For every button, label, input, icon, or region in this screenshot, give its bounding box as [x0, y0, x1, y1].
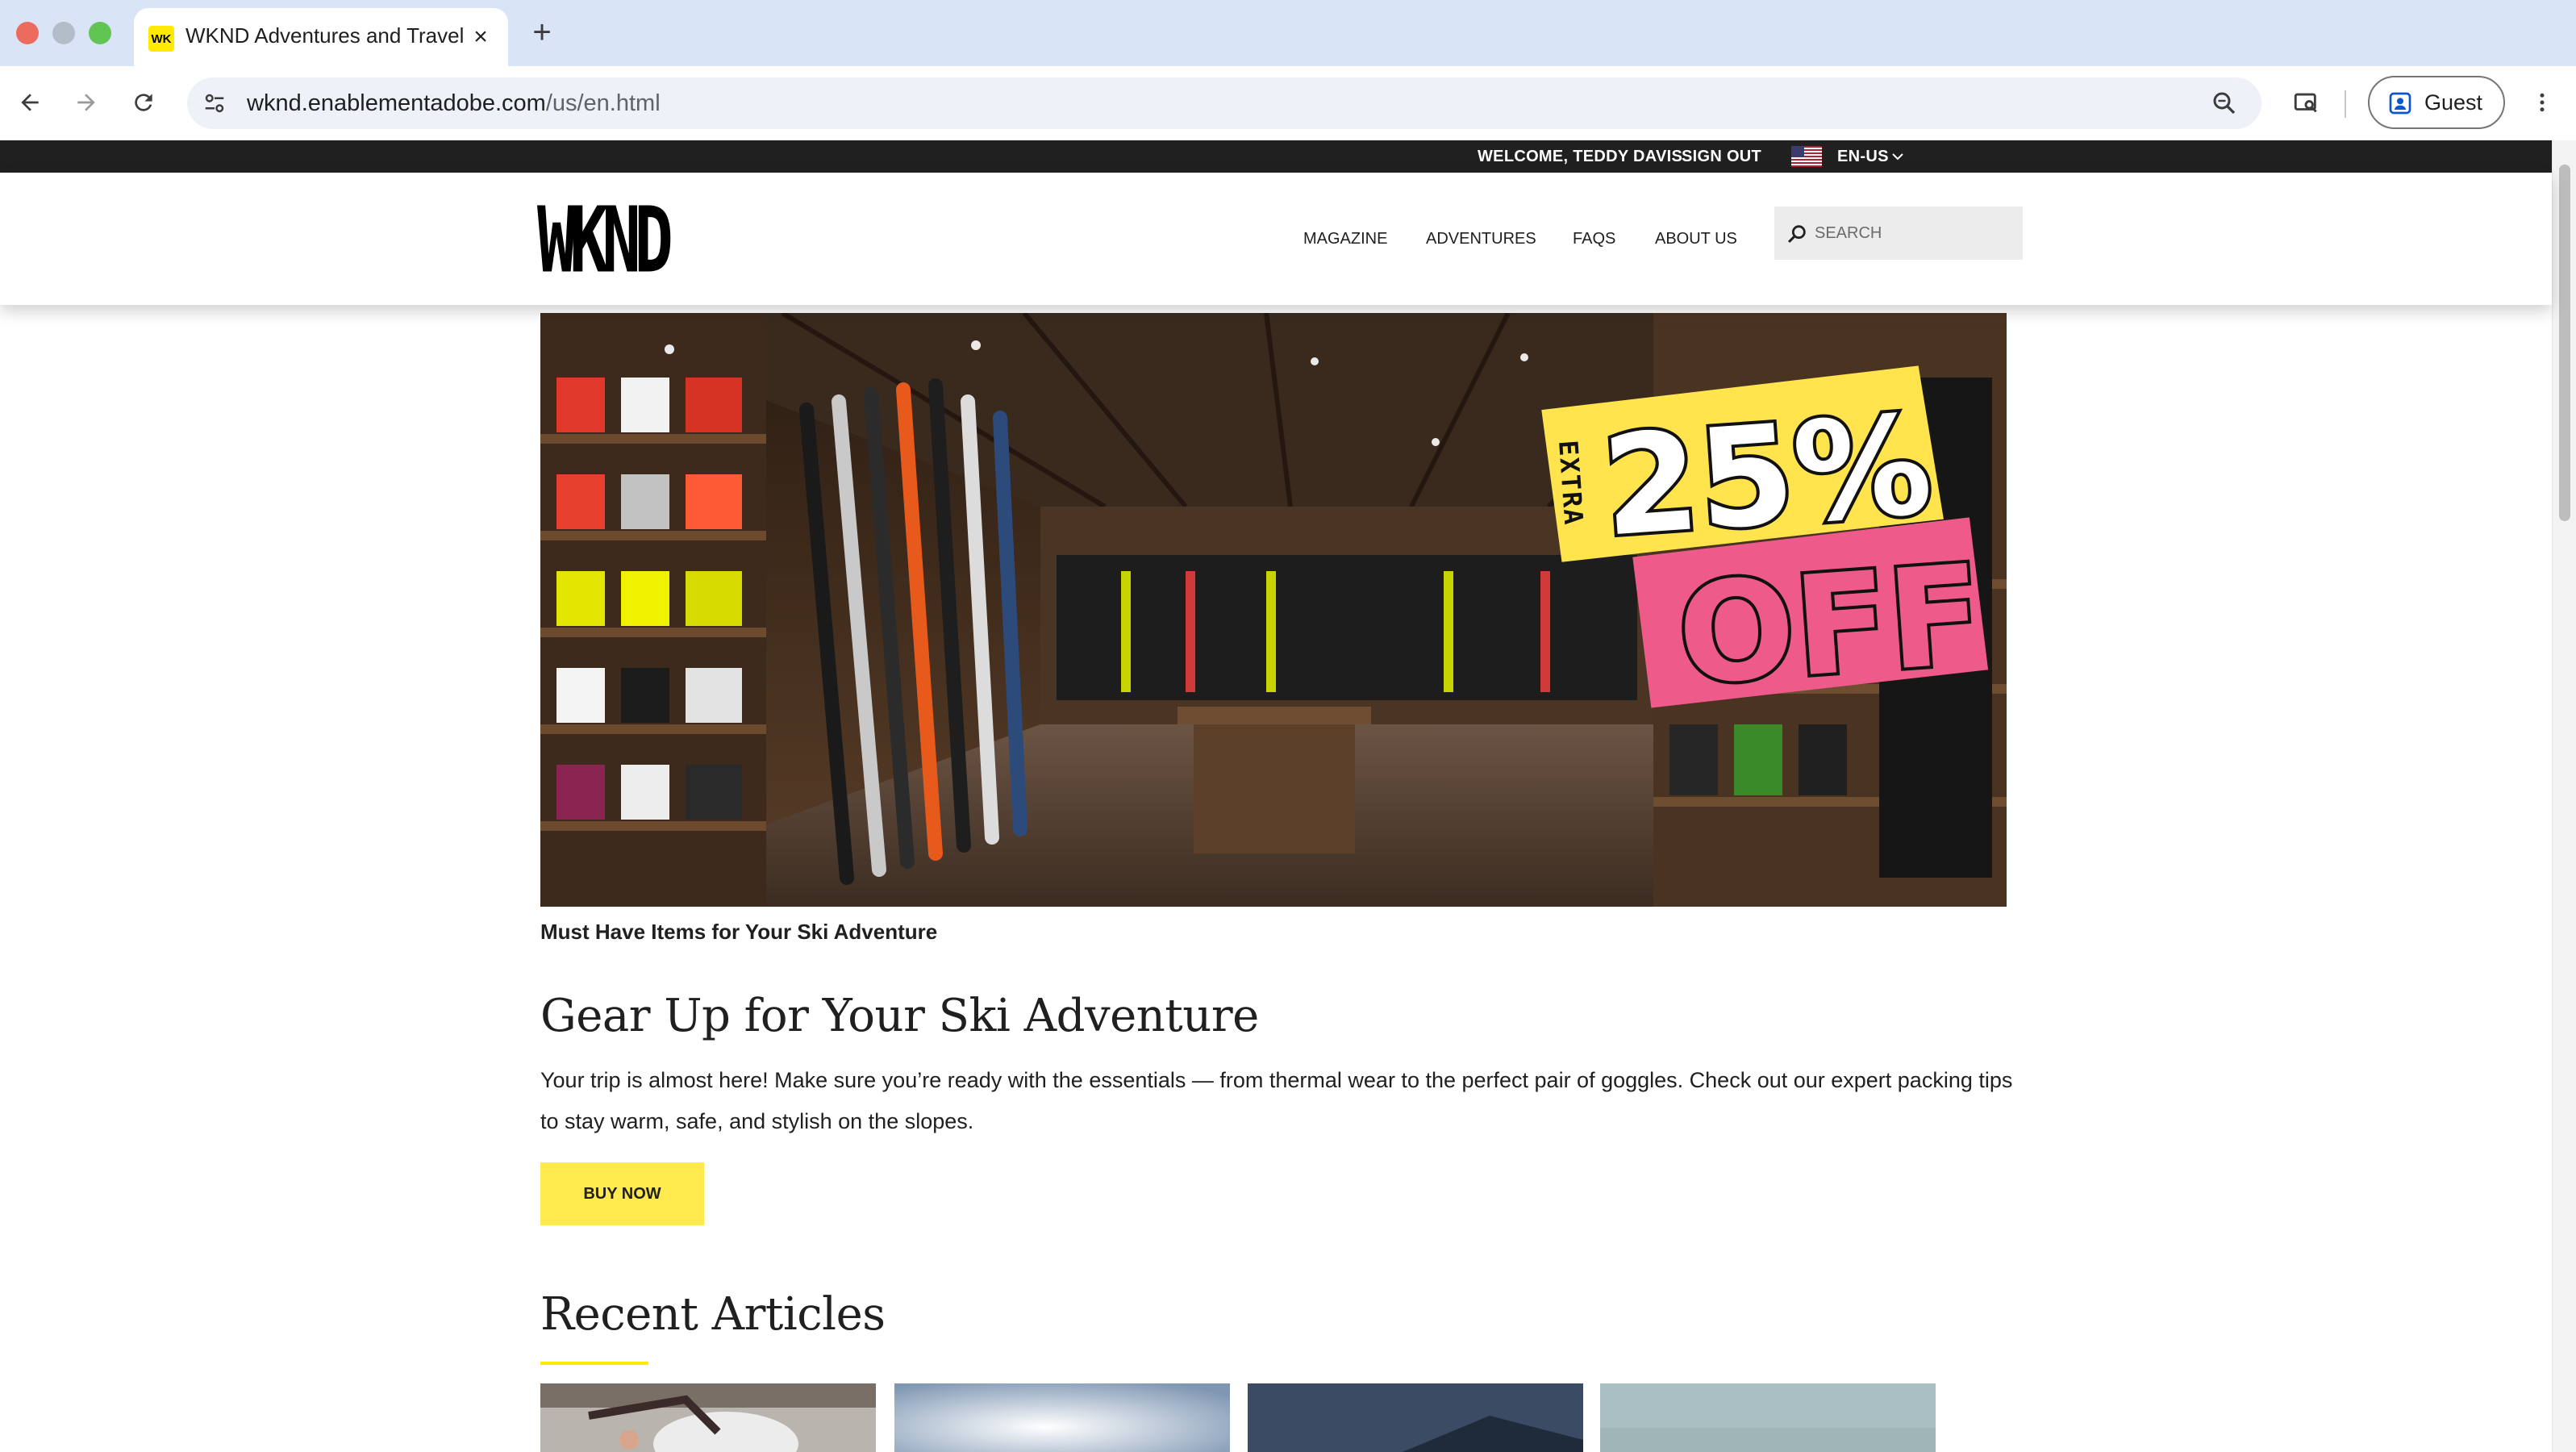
reload-icon[interactable]	[125, 84, 162, 121]
back-arrow-icon[interactable]	[11, 84, 48, 121]
search-icon	[1788, 225, 1806, 243]
site-header: WKND MAGAZINE ADVENTURES FAQS ABOUT US S…	[0, 173, 2552, 305]
article-thumbnail	[1248, 1383, 1583, 1452]
search-input[interactable]: SEARCH	[1774, 207, 2023, 260]
article-card-coast[interactable]	[1600, 1383, 1936, 1452]
window-minimize-button[interactable]	[52, 22, 75, 44]
promo-extra-text: EXTRA	[1553, 440, 1589, 528]
page-scrollbar[interactable]	[2552, 140, 2576, 1452]
profile-button[interactable]: Guest	[2368, 76, 2505, 129]
article-thumbnail	[540, 1383, 876, 1452]
us-flag-icon	[1791, 146, 1822, 167]
section-underline	[540, 1362, 648, 1365]
page-headline: Gear Up for Your Ski Adventure	[540, 990, 1259, 1042]
more-menu-icon[interactable]	[2526, 84, 2558, 121]
chevron-down-icon[interactable]	[1891, 150, 1904, 163]
address-bar[interactable]: wknd.enablementadobe.com/us/en.html	[187, 77, 2261, 129]
article-card-mountain[interactable]	[1248, 1383, 1583, 1452]
url-path: /us/en.html	[545, 90, 661, 116]
profile-label: Guest	[2424, 90, 2483, 115]
tab-title: WKND Adventures and Travel	[185, 23, 465, 48]
article-card-skateboarder[interactable]	[540, 1383, 876, 1452]
new-tab-plus-icon[interactable]: +	[524, 15, 560, 50]
intro-paragraph: Your trip is almost here! Make sure you’…	[540, 1068, 2013, 1133]
tab-close-icon[interactable]: ×	[468, 24, 494, 50]
nav-faqs[interactable]: FAQS	[1573, 173, 1615, 305]
article-thumbnail	[1600, 1383, 1936, 1452]
article-card-sky[interactable]	[894, 1383, 1230, 1452]
buy-now-button[interactable]: BUY NOW	[540, 1162, 704, 1225]
url-text: wknd.enablementadobe.com/us/en.html	[247, 77, 661, 129]
hero-caption: Must Have Items for Your Ski Adventure	[540, 920, 938, 944]
hero-image[interactable]: EXTRA 25% OFF	[540, 313, 2007, 907]
search-tab-icon[interactable]	[2287, 84, 2324, 121]
browser-tab-strip: WK WKND Adventures and Travel × +	[0, 0, 2576, 66]
scrollbar-thumb[interactable]	[2559, 165, 2570, 521]
ski-shop-illustration: EXTRA 25% OFF	[540, 313, 2007, 907]
site-favicon-icon: WK	[148, 26, 174, 52]
window-close-button[interactable]	[16, 22, 39, 44]
search-placeholder: SEARCH	[1815, 224, 1882, 242]
window-maximize-button[interactable]	[89, 22, 111, 44]
profile-icon	[2389, 92, 2411, 115]
sign-out-link[interactable]: SIGN OUT	[1682, 140, 1761, 173]
url-host: wknd.enablementadobe.com	[247, 90, 546, 116]
language-selector[interactable]: EN-US	[1837, 140, 1889, 173]
nav-adventures[interactable]: ADVENTURES	[1426, 173, 1536, 305]
recent-articles-title: Recent Articles	[540, 1288, 886, 1341]
nav-about-us[interactable]: ABOUT US	[1655, 173, 1737, 305]
welcome-text: WELCOME, TEDDY DAVIS	[1478, 148, 1683, 165]
forward-arrow-icon[interactable]	[68, 84, 105, 121]
nav-magazine[interactable]: MAGAZINE	[1303, 173, 1387, 305]
utility-bar: WELCOME, TEDDY DAVIS SIGN OUT EN-US	[0, 140, 2552, 173]
promo-percent-text: 25%	[1598, 386, 1936, 568]
wknd-logo[interactable]: WKND	[537, 195, 673, 286]
browser-tab-active[interactable]: WK WKND Adventures and Travel ×	[134, 8, 508, 66]
page-viewport: WELCOME, TEDDY DAVIS SIGN OUT EN-US WKND…	[0, 140, 2576, 1452]
zoom-magnifier-icon[interactable]	[2210, 89, 2239, 118]
article-thumbnail	[894, 1383, 1230, 1452]
browser-toolbar: wknd.enablementadobe.com/us/en.html Gues…	[0, 66, 2576, 140]
promo-off-text: OFF	[1673, 536, 1987, 716]
site-settings-icon[interactable]	[200, 89, 229, 118]
toolbar-divider	[2345, 90, 2346, 118]
